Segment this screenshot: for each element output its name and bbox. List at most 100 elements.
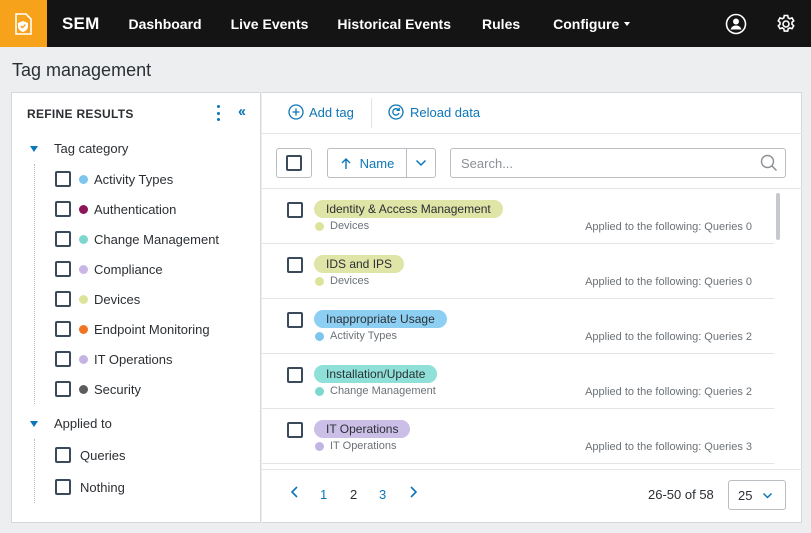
checkbox[interactable] [55, 479, 71, 495]
filter-activity-types[interactable]: Activity Types [55, 171, 173, 187]
user-icon[interactable] [711, 0, 761, 47]
reload-icon [388, 104, 404, 120]
tree-line [34, 439, 35, 503]
app-shield-icon[interactable] [0, 0, 47, 47]
chevron-down-icon [415, 159, 427, 167]
tag-list: Identity & Access Management Devices App… [262, 188, 802, 468]
tag-list-panel: Add tag Reload data Name Id [262, 92, 802, 523]
tag-name-pill[interactable]: Inappropriate Usage [314, 310, 447, 328]
row-checkbox[interactable] [287, 257, 303, 273]
color-dot [79, 324, 88, 334]
nav-dashboard[interactable]: Dashboard [128, 16, 201, 32]
refine-results-panel: REFINE RESULTS ‹‹ Tag category Activity … [11, 92, 261, 523]
color-dot [79, 204, 88, 214]
tag-category: Devices [315, 275, 369, 287]
reload-data-button[interactable]: Reload data [388, 104, 480, 120]
gear-icon[interactable] [761, 0, 811, 47]
checkbox[interactable] [55, 231, 71, 247]
table-row[interactable]: Installation/Update Change Management Ap… [262, 354, 774, 409]
page-2-current[interactable]: 2 [350, 487, 357, 502]
group-label: Applied to [54, 416, 112, 431]
color-dot [79, 264, 88, 274]
table-row[interactable]: Inappropriate Usage Activity Types Appli… [262, 299, 774, 354]
top-navigation-bar: SEM Dashboard Live Events Historical Eve… [0, 0, 811, 47]
tag-name-pill[interactable]: Installation/Update [314, 365, 438, 383]
tag-category: Devices [315, 220, 369, 232]
filter-change-management[interactable]: Change Management [55, 231, 219, 247]
more-options-icon[interactable] [214, 105, 222, 121]
checkbox[interactable] [55, 447, 71, 463]
app-brand[interactable]: SEM [62, 14, 99, 34]
table-row[interactable]: IDS and IPS Devices Applied to the follo… [262, 244, 774, 299]
caret-down-icon [30, 145, 38, 152]
page-title: Tag management [12, 60, 152, 80]
checkbox[interactable] [55, 351, 71, 367]
tree-line [34, 164, 35, 404]
color-dot [315, 221, 324, 231]
page-3[interactable]: 3 [379, 487, 386, 502]
row-checkbox[interactable] [287, 367, 303, 383]
arrow-up-icon [341, 157, 351, 169]
page-1[interactable]: 1 [320, 487, 327, 502]
row-checkbox[interactable] [287, 202, 303, 218]
group-tag-category[interactable]: Tag category [30, 141, 128, 156]
collapse-panel-icon[interactable]: ‹‹ [238, 103, 246, 120]
filter-compliance[interactable]: Compliance [55, 261, 163, 277]
search-icon[interactable] [760, 154, 778, 172]
result-range: 26-50 of 58 [648, 487, 714, 502]
row-checkbox[interactable] [287, 422, 303, 438]
checkbox[interactable] [55, 261, 71, 277]
caret-down-icon [30, 420, 38, 427]
checkbox[interactable] [55, 201, 71, 217]
filter-security[interactable]: Security [55, 381, 141, 397]
search-input[interactable] [450, 148, 786, 178]
color-dot [79, 174, 88, 184]
tag-name-pill[interactable]: IT Operations [314, 420, 411, 438]
nav-historical-events[interactable]: Historical Events [337, 16, 451, 32]
list-scrollbar[interactable] [776, 193, 780, 240]
color-dot [79, 384, 88, 394]
table-row[interactable]: Identity & Access Management Devices App… [262, 189, 774, 244]
table-row[interactable]: IT Operations IT Operations Applied to t… [262, 409, 774, 464]
nav-live-events[interactable]: Live Events [231, 16, 309, 32]
refine-results-header: REFINE RESULTS [27, 107, 134, 121]
filter-authentication[interactable]: Authentication [55, 201, 176, 217]
per-page-select[interactable]: 25 [728, 480, 786, 510]
chevron-down-icon [624, 21, 631, 26]
color-dot [315, 441, 324, 451]
color-dot [315, 331, 324, 341]
group-applied-to[interactable]: Applied to [30, 416, 112, 431]
tag-category: Activity Types [315, 330, 397, 342]
filter-devices[interactable]: Devices [55, 291, 140, 307]
add-tag-button[interactable]: Add tag [288, 104, 354, 120]
checkbox[interactable] [55, 381, 71, 397]
filter-endpoint-monitoring[interactable]: Endpoint Monitoring [55, 321, 210, 337]
filter-queries[interactable]: Queries [55, 447, 126, 463]
toolbar: Add tag Reload data [262, 93, 802, 134]
nav-configure-label: Configure [553, 15, 620, 32]
row-checkbox[interactable] [287, 312, 303, 328]
sort-button[interactable]: Name [327, 148, 407, 178]
filter-nothing[interactable]: Nothing [55, 479, 125, 495]
chevron-right-icon[interactable] [407, 485, 419, 499]
color-dot [315, 276, 324, 286]
applied-to-text: Applied to the following: Queries 0 [585, 276, 752, 288]
tag-name-pill[interactable]: Identity & Access Management [314, 200, 503, 218]
color-dot [79, 294, 88, 304]
sort-dropdown-toggle[interactable] [406, 148, 436, 178]
tag-category: IT Operations [315, 440, 396, 452]
toolbar-divider [371, 98, 372, 128]
checkbox[interactable] [55, 291, 71, 307]
color-dot [79, 354, 88, 364]
nav-rules[interactable]: Rules [482, 16, 520, 32]
tag-category: Change Management [315, 385, 436, 397]
chevron-left-icon[interactable] [289, 485, 301, 499]
checkbox[interactable] [55, 321, 71, 337]
checkbox[interactable] [55, 171, 71, 187]
applied-to-text: Applied to the following: Queries 2 [585, 331, 752, 343]
nav-configure[interactable]: Configure [553, 15, 631, 32]
filter-it-operations[interactable]: IT Operations [55, 351, 173, 367]
checkbox[interactable] [286, 155, 302, 171]
select-all-checkbox[interactable] [276, 148, 312, 178]
tag-name-pill[interactable]: IDS and IPS [314, 255, 405, 273]
